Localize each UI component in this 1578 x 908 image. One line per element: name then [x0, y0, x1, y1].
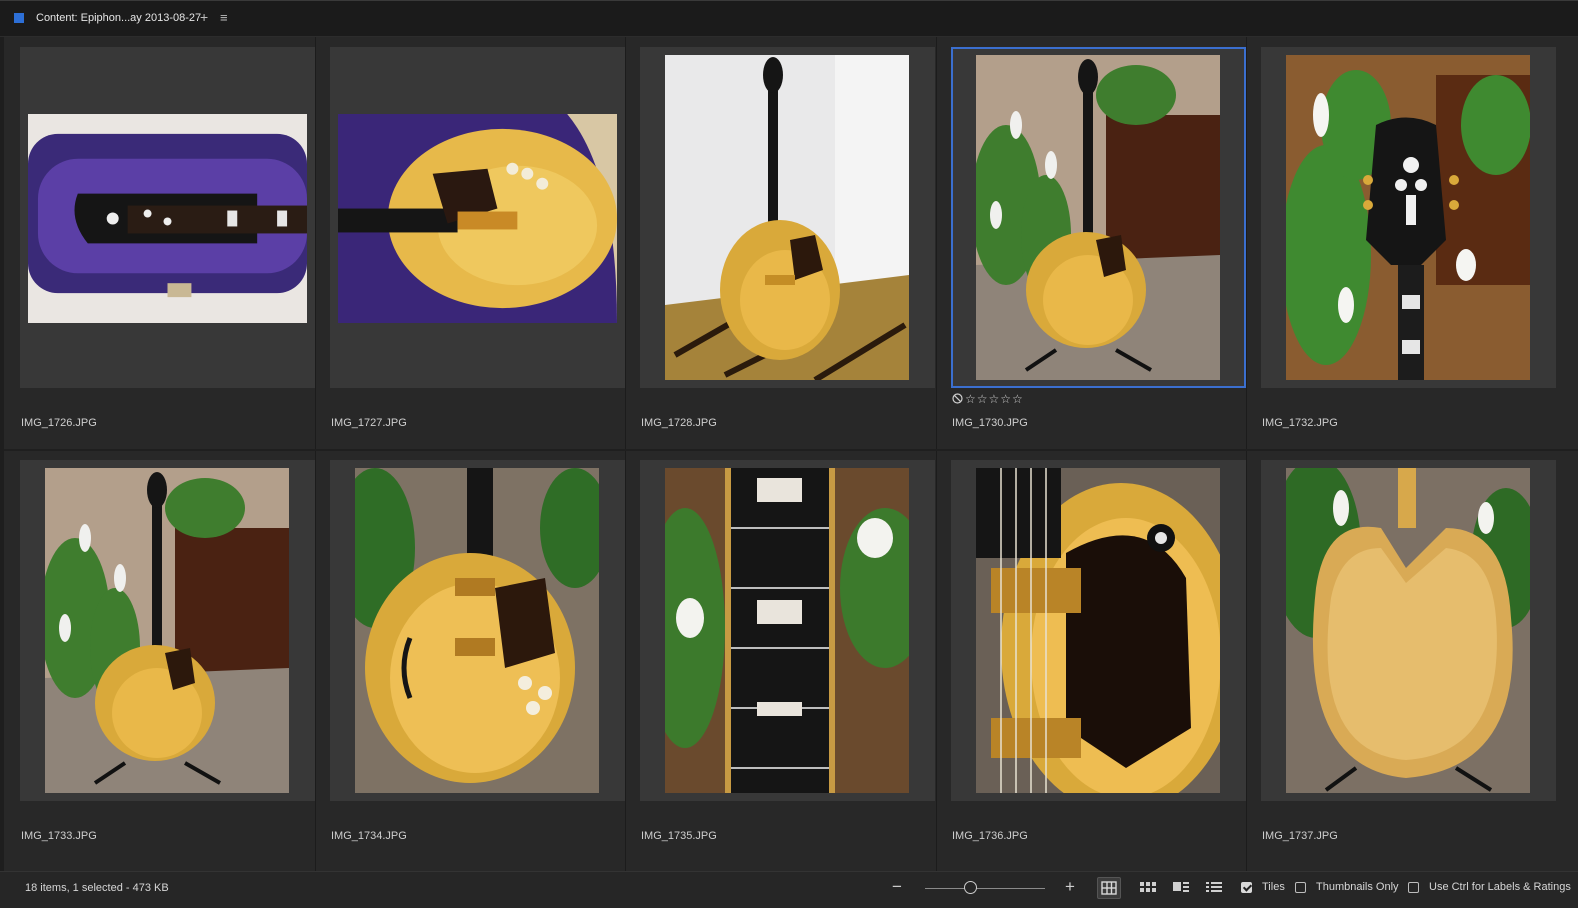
tiles-checkbox[interactable]: [1241, 882, 1252, 893]
tiles-label: Tiles: [1262, 881, 1285, 893]
thumbnail-image: [976, 468, 1220, 793]
add-tab-icon[interactable]: +: [200, 9, 208, 25]
panel-color-label: [14, 13, 24, 23]
zoom-in-button[interactable]: +: [1065, 877, 1075, 897]
small-grid-icon: [1140, 882, 1156, 892]
thumbnails-only-checkbox[interactable]: [1295, 882, 1306, 893]
thumbnail-filename: IMG_1726.JPG: [21, 417, 97, 429]
grid-view-button[interactable]: [1097, 877, 1121, 899]
thumbnail-item[interactable]: IMG_1734.JPG: [330, 460, 625, 846]
ctrl-labels-checkbox[interactable]: [1408, 882, 1419, 893]
thumbnail-image: [1286, 468, 1530, 793]
thumbnail-filename: IMG_1730.JPG: [952, 417, 1028, 429]
thumbnails-only-label: Thumbnails Only: [1316, 881, 1399, 893]
status-text: 18 items, 1 selected - 473 KB: [25, 882, 169, 894]
thumbnail-image: [28, 114, 307, 323]
thumbnail-item[interactable]: IMG_1736.JPG: [951, 460, 1246, 846]
thumbnail-item[interactable]: IMG_1733.JPG: [20, 460, 315, 846]
thumbnail-filename: IMG_1735.JPG: [641, 830, 717, 842]
thumbnail-item[interactable]: IMG_1728.JPG: [640, 47, 935, 433]
zoom-slider-track[interactable]: [925, 888, 1045, 889]
thumbnail-image: [1286, 55, 1530, 380]
content-grid[interactable]: IMG_1726.JPG IMG_1727.JPG IMG_1728.JPG ☆…: [4, 37, 1578, 871]
thumbnail-image: [355, 468, 599, 793]
thumbnail-filename: IMG_1727.JPG: [331, 417, 407, 429]
thumbnail-image: [338, 114, 617, 323]
thumbnail-filename: IMG_1734.JPG: [331, 830, 407, 842]
thumbnail-item[interactable]: IMG_1727.JPG: [330, 47, 625, 433]
zoom-slider-handle[interactable]: [964, 881, 977, 894]
detail-view-icon: [1173, 882, 1189, 892]
column-divider: [315, 37, 316, 871]
panel-menu-icon[interactable]: ≡: [220, 10, 228, 25]
thumbnail-filename: IMG_1733.JPG: [21, 830, 97, 842]
thumbnail-tile[interactable]: [20, 460, 315, 801]
rating-stars[interactable]: ☆☆☆☆☆: [952, 392, 1024, 406]
thumbnail-tile[interactable]: [640, 460, 935, 801]
thumbnail-image: [976, 55, 1220, 380]
grid-view-icon: [1101, 881, 1117, 895]
list-view-icon: [1206, 882, 1222, 892]
thumbnail-filename: IMG_1732.JPG: [1262, 417, 1338, 429]
thumbnail-item[interactable]: IMG_1737.JPG: [1261, 460, 1556, 846]
thumbnail-item[interactable]: IMG_1732.JPG: [1261, 47, 1556, 433]
reject-icon[interactable]: [952, 392, 963, 406]
column-divider: [625, 37, 626, 871]
panel-title[interactable]: Content: Epiphon...ay 2013-08-27: [36, 12, 201, 24]
row-divider: [4, 449, 1578, 451]
detail-view-button[interactable]: [1170, 877, 1194, 899]
zoom-out-button[interactable]: −: [892, 877, 902, 897]
list-view-button[interactable]: [1203, 877, 1227, 899]
thumbnail-image: [665, 468, 909, 793]
thumbnail-tile[interactable]: [20, 47, 315, 388]
status-bar: 18 items, 1 selected - 473 KB − + Tiles …: [0, 871, 1578, 908]
thumbnail-item[interactable]: IMG_1726.JPG: [20, 47, 315, 433]
column-divider: [936, 37, 937, 871]
thumbnail-item[interactable]: IMG_1735.JPG: [640, 460, 935, 846]
thumbnail-tile[interactable]: [951, 460, 1246, 801]
thumbnail-image: [45, 468, 289, 793]
thumbnail-item[interactable]: ☆☆☆☆☆ IMG_1730.JPG: [951, 47, 1246, 433]
thumbnail-image: [665, 55, 909, 380]
thumbnail-tile[interactable]: [330, 460, 625, 801]
thumbnail-filename: IMG_1736.JPG: [952, 830, 1028, 842]
thumbnail-tile[interactable]: [951, 47, 1246, 388]
panel-header: Content: Epiphon...ay 2013-08-27 + ≡: [0, 0, 1578, 37]
thumbnail-tile[interactable]: [1261, 47, 1556, 388]
star-icons[interactable]: ☆☆☆☆☆: [965, 392, 1024, 406]
thumbnail-filename: IMG_1728.JPG: [641, 417, 717, 429]
thumbnail-filename: IMG_1737.JPG: [1262, 830, 1338, 842]
ctrl-labels-label: Use Ctrl for Labels & Ratings: [1429, 881, 1571, 893]
thumbnail-tile[interactable]: [640, 47, 935, 388]
thumbnail-tile[interactable]: [330, 47, 625, 388]
small-grid-view-button[interactable]: [1137, 877, 1161, 899]
thumbnail-tile[interactable]: [1261, 460, 1556, 801]
column-divider: [1246, 37, 1247, 871]
